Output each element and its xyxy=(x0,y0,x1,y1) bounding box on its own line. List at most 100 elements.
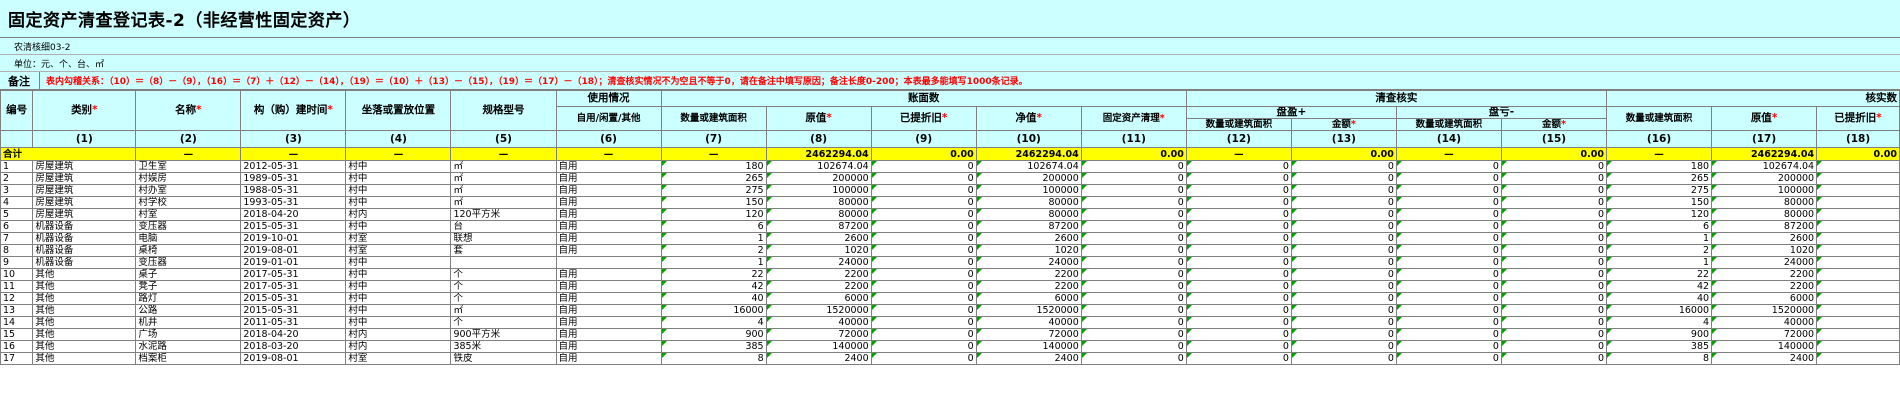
row-v-dep[interactable] xyxy=(1816,232,1900,245)
row-no[interactable]: 12 xyxy=(0,292,34,305)
row-clean[interactable]: 0 xyxy=(1080,172,1187,185)
row-usage[interactable]: 自用 xyxy=(555,172,662,185)
row-v-area[interactable]: 16000 xyxy=(1605,304,1713,317)
row-name[interactable]: 村办室 xyxy=(135,184,242,197)
row-usage[interactable]: 自用 xyxy=(555,244,662,257)
row-spec[interactable]: ㎡ xyxy=(450,172,557,185)
row-surplus-amount[interactable]: 0 xyxy=(1290,244,1397,257)
row-original[interactable]: 40000 xyxy=(765,316,872,329)
row-location[interactable]: 村中 xyxy=(345,280,452,293)
row-location[interactable]: 村室 xyxy=(345,352,452,365)
row-v-original[interactable]: 140000 xyxy=(1711,340,1818,353)
row-loss-area[interactable]: 0 xyxy=(1395,280,1502,293)
row-area[interactable]: 42 xyxy=(660,280,767,293)
row-area[interactable]: 4 xyxy=(660,316,767,329)
row-surplus-area[interactable]: 0 xyxy=(1185,160,1292,173)
row-net[interactable]: 80000 xyxy=(975,208,1082,221)
row-surplus-amount[interactable]: 0 xyxy=(1290,256,1397,269)
row-location[interactable]: 村中 xyxy=(345,316,452,329)
row-location[interactable]: 村中 xyxy=(345,268,452,281)
row-area[interactable]: 265 xyxy=(660,172,767,185)
row-dep[interactable]: 0 xyxy=(870,196,977,209)
row-usage[interactable]: 自用 xyxy=(555,220,662,233)
row-category[interactable]: 其他 xyxy=(32,328,137,341)
row-location[interactable]: 村中 xyxy=(345,172,452,185)
row-v-area[interactable]: 120 xyxy=(1605,208,1713,221)
row-dep[interactable]: 0 xyxy=(870,172,977,185)
row-original[interactable]: 1020 xyxy=(765,244,872,257)
row-build-time[interactable]: 2012-05-31 xyxy=(240,160,347,173)
row-name[interactable]: 桌椅 xyxy=(135,244,242,257)
row-area[interactable]: 275 xyxy=(660,184,767,197)
row-usage[interactable]: 自用 xyxy=(555,316,662,329)
row-spec[interactable]: 联想 xyxy=(450,232,557,245)
row-location[interactable]: 村中 xyxy=(345,304,452,317)
row-name[interactable]: 公路 xyxy=(135,304,242,317)
row-name[interactable]: 水泥路 xyxy=(135,340,242,353)
row-v-dep[interactable] xyxy=(1816,196,1900,209)
row-v-original[interactable]: 40000 xyxy=(1711,316,1818,329)
row-no[interactable]: 15 xyxy=(0,328,34,341)
row-loss-area[interactable]: 0 xyxy=(1395,316,1502,329)
row-spec[interactable]: 385米 xyxy=(450,340,557,353)
row-build-time[interactable]: 1989-05-31 xyxy=(240,172,347,185)
row-area[interactable]: 1 xyxy=(660,232,767,245)
row-original[interactable]: 72000 xyxy=(765,328,872,341)
row-dep[interactable]: 0 xyxy=(870,340,977,353)
row-location[interactable]: 村中 xyxy=(345,196,452,209)
row-loss-area[interactable]: 0 xyxy=(1395,304,1502,317)
row-loss-amount[interactable]: 0 xyxy=(1500,232,1608,245)
row-loss-amount[interactable]: 0 xyxy=(1500,280,1608,293)
row-location[interactable]: 村室 xyxy=(345,244,452,257)
row-clean[interactable]: 0 xyxy=(1080,316,1187,329)
row-net[interactable]: 1020 xyxy=(975,244,1082,257)
row-category[interactable]: 其他 xyxy=(32,292,137,305)
row-v-original[interactable]: 2200 xyxy=(1711,268,1818,281)
row-dep[interactable]: 0 xyxy=(870,208,977,221)
row-no[interactable]: 2 xyxy=(0,172,34,185)
row-loss-amount[interactable]: 0 xyxy=(1500,184,1608,197)
row-no[interactable]: 8 xyxy=(0,244,34,257)
row-area[interactable]: 16000 xyxy=(660,304,767,317)
row-v-area[interactable]: 900 xyxy=(1605,328,1713,341)
row-spec[interactable]: ㎡ xyxy=(450,160,557,173)
row-location[interactable]: 村内 xyxy=(345,328,452,341)
row-spec[interactable]: 铁皮 xyxy=(450,352,557,365)
row-build-time[interactable]: 2019-08-01 xyxy=(240,352,347,365)
row-name[interactable]: 凳子 xyxy=(135,280,242,293)
row-original[interactable]: 80000 xyxy=(765,196,872,209)
row-location[interactable]: 村内 xyxy=(345,340,452,353)
row-dep[interactable]: 0 xyxy=(870,184,977,197)
row-clean[interactable]: 0 xyxy=(1080,304,1187,317)
row-name[interactable]: 村室 xyxy=(135,208,242,221)
row-v-dep[interactable] xyxy=(1816,352,1900,365)
row-loss-area[interactable]: 0 xyxy=(1395,172,1502,185)
row-name[interactable]: 机井 xyxy=(135,316,242,329)
row-net[interactable]: 100000 xyxy=(975,184,1082,197)
row-category[interactable]: 机器设备 xyxy=(32,256,137,269)
row-clean[interactable]: 0 xyxy=(1080,328,1187,341)
row-spec[interactable]: ㎡ xyxy=(450,304,557,317)
row-usage[interactable]: 自用 xyxy=(555,280,662,293)
row-surplus-amount[interactable]: 0 xyxy=(1290,352,1397,365)
row-no[interactable]: 7 xyxy=(0,232,34,245)
row-category[interactable]: 房屋建筑 xyxy=(32,208,137,221)
row-no[interactable]: 9 xyxy=(0,256,34,269)
row-build-time[interactable]: 2018-04-20 xyxy=(240,328,347,341)
row-usage[interactable]: 自用 xyxy=(555,340,662,353)
row-loss-amount[interactable]: 0 xyxy=(1500,244,1608,257)
row-loss-amount[interactable]: 0 xyxy=(1500,316,1608,329)
row-original[interactable]: 200000 xyxy=(765,172,872,185)
row-location[interactable]: 村中 xyxy=(345,184,452,197)
row-no[interactable]: 10 xyxy=(0,268,34,281)
row-v-dep[interactable] xyxy=(1816,304,1900,317)
row-spec[interactable]: 120平方米 xyxy=(450,208,557,221)
row-net[interactable]: 1520000 xyxy=(975,304,1082,317)
row-location[interactable]: 村中 xyxy=(345,220,452,233)
row-location[interactable]: 村室 xyxy=(345,232,452,245)
row-v-area[interactable]: 275 xyxy=(1605,184,1713,197)
row-net[interactable]: 6000 xyxy=(975,292,1082,305)
row-v-original[interactable]: 2600 xyxy=(1711,232,1818,245)
row-usage[interactable]: 自用 xyxy=(555,232,662,245)
row-v-area[interactable]: 180 xyxy=(1605,160,1713,173)
